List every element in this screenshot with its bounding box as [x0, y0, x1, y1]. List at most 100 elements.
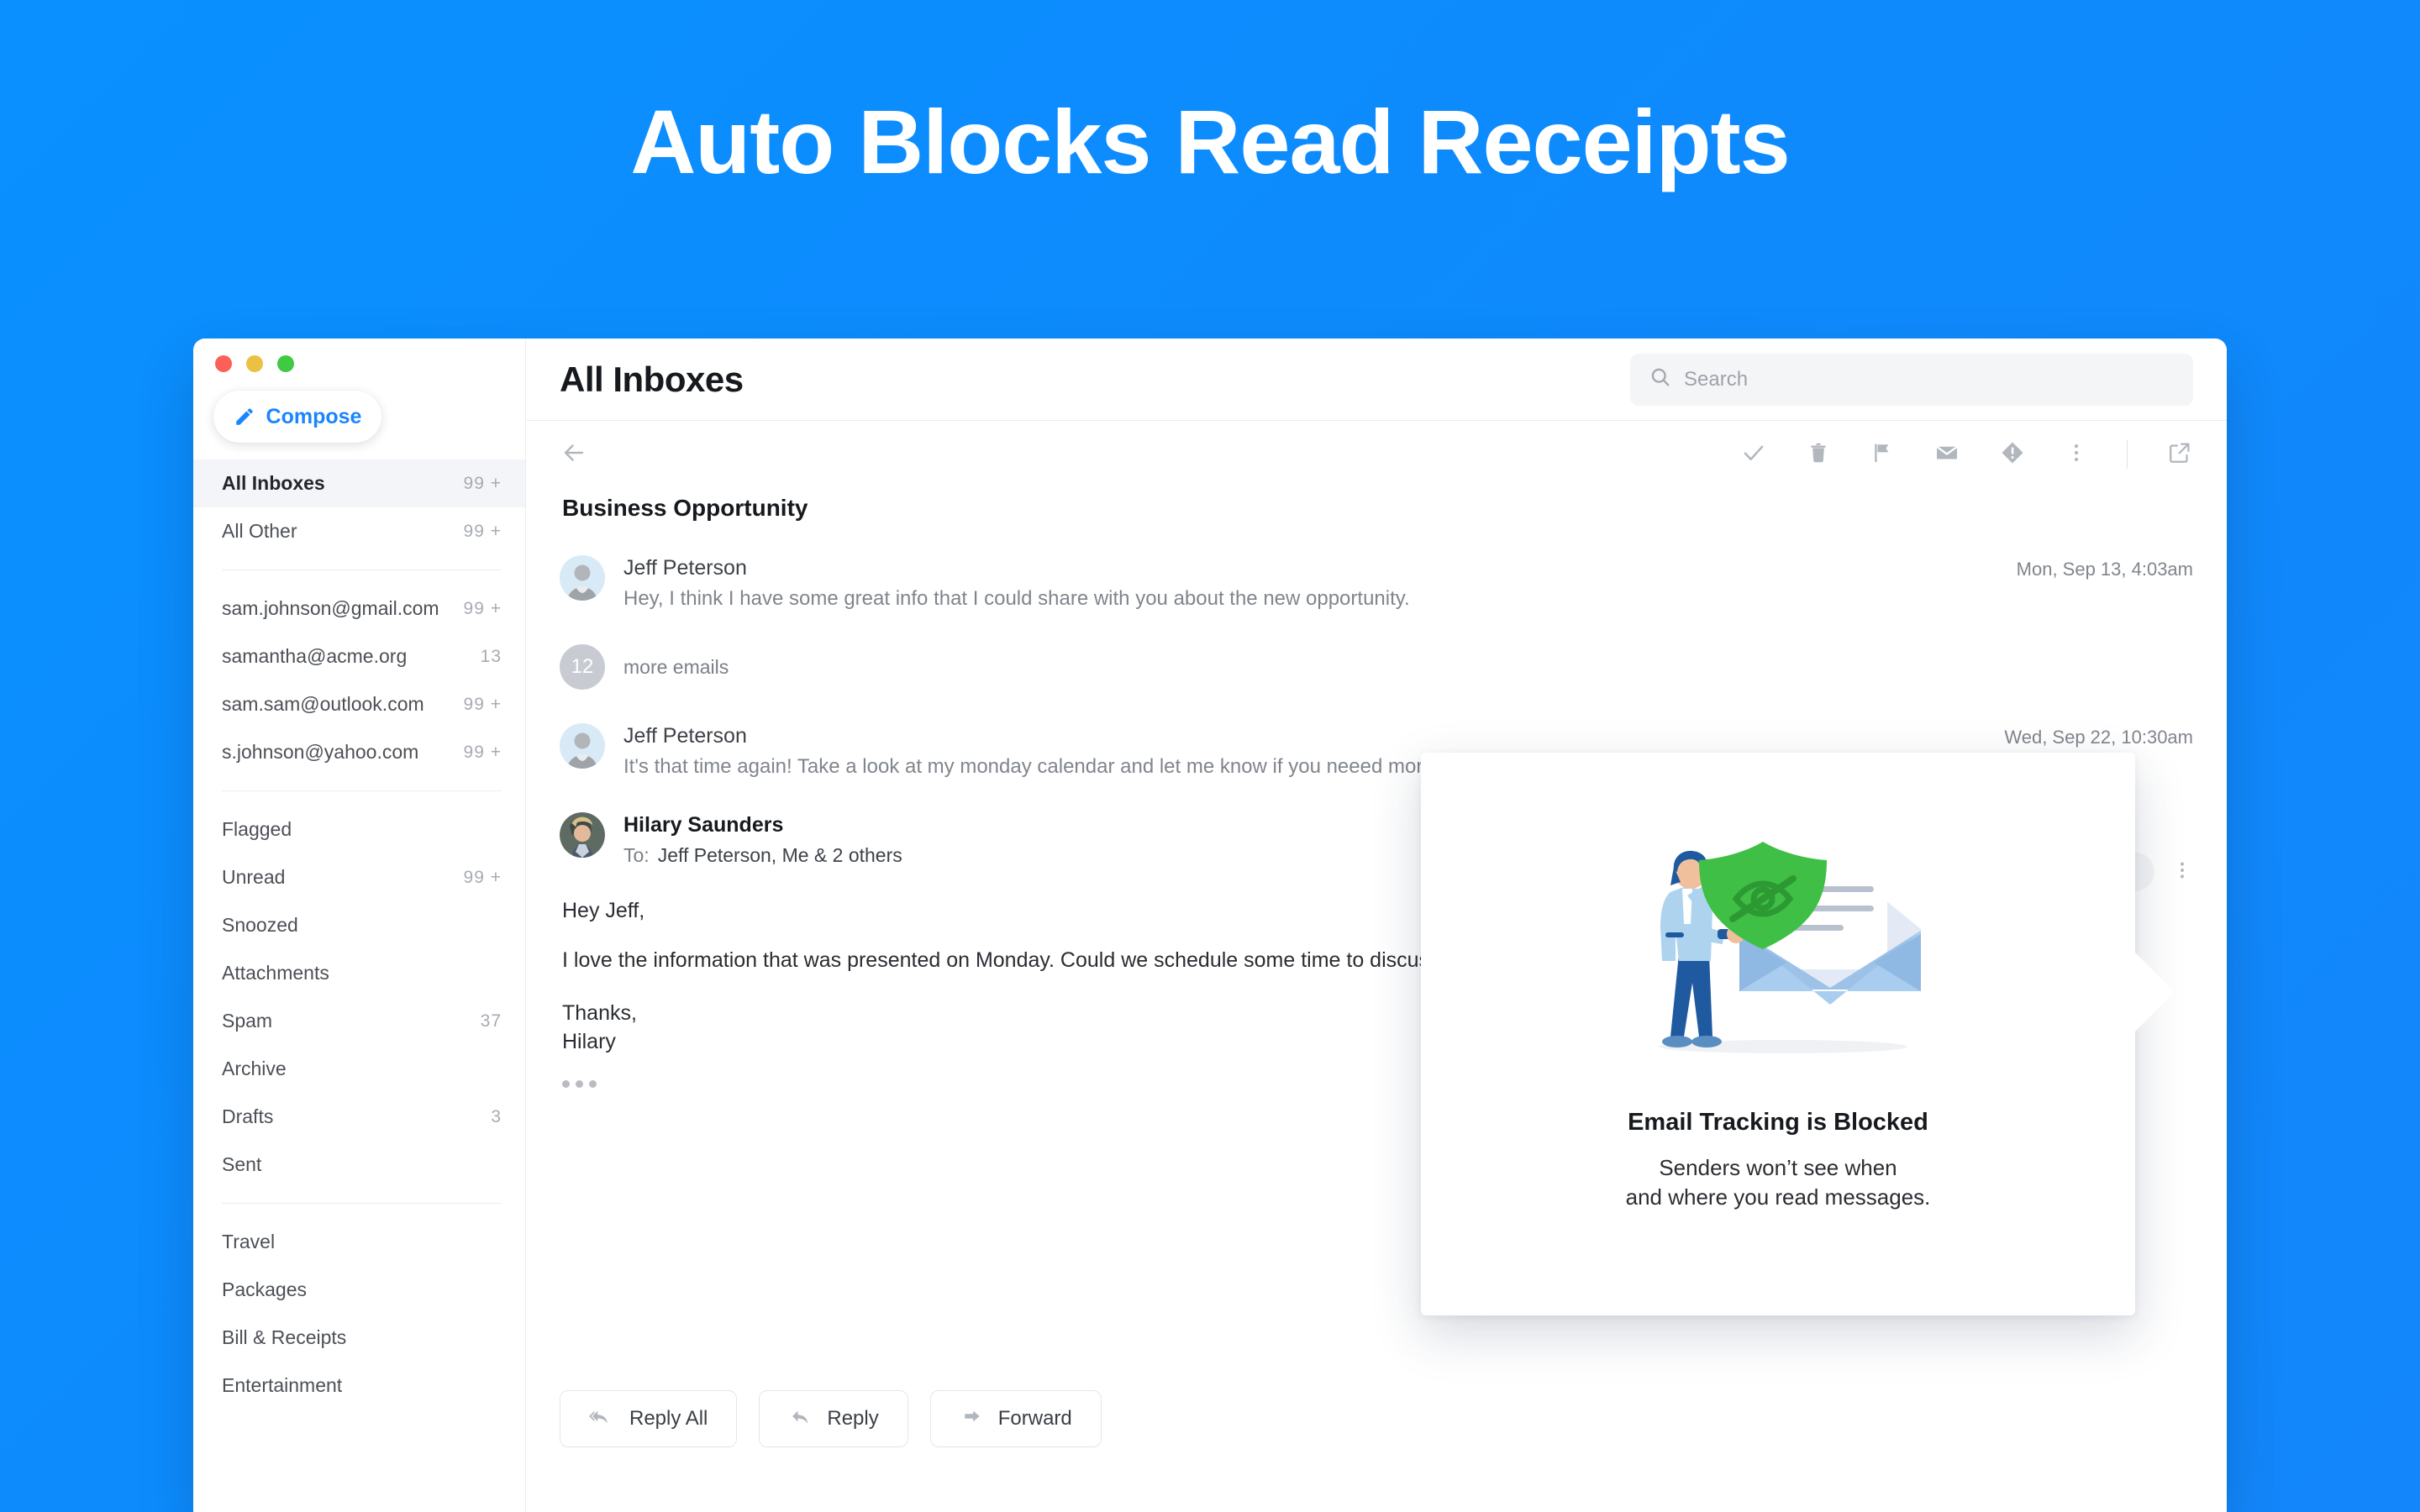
sidebar-item-attachments[interactable]: Attachments [193, 949, 525, 997]
popup-tail [2135, 953, 2175, 1032]
sidebar-item-account-yahoo[interactable]: s.johnson@yahoo.com 99 + [193, 728, 525, 776]
sidebar-item-label: Flagged [222, 818, 292, 840]
minimize-window-button[interactable] [246, 355, 263, 372]
sidebar-item-bill-receipts[interactable]: Bill & Receipts [193, 1314, 525, 1362]
more-emails-count-badge: 12 [560, 644, 605, 690]
sidebar-item-label: Bill & Receipts [222, 1326, 347, 1348]
popup-subtitle-line-1: Senders won’t see when [1659, 1155, 1897, 1180]
trash-icon[interactable] [1806, 440, 1831, 470]
thread-more-emails[interactable]: 12 more emails [560, 644, 2193, 690]
sidebar-item-flagged[interactable]: Flagged [193, 806, 525, 853]
sidebar-item-sent[interactable]: Sent [193, 1141, 525, 1189]
sidebar-item-all-inboxes[interactable]: All Inboxes 99 + [193, 459, 525, 507]
forward-label: Forward [997, 1407, 1072, 1430]
more-vertical-icon[interactable] [2065, 441, 2088, 469]
more-emails-label: more emails [623, 656, 729, 678]
pencil-icon [234, 406, 255, 428]
hero-banner: Auto Blocks Read Receipts [0, 91, 2420, 192]
envelope-icon[interactable] [1933, 439, 1960, 470]
sidebar-item-label: Snoozed [222, 914, 298, 936]
ellipsis-dot [562, 1079, 570, 1088]
message-sender: Jeff Peterson [623, 724, 747, 748]
sidebar-item-drafts[interactable]: Drafts 3 [193, 1093, 525, 1141]
popup-title: Email Tracking is Blocked [1628, 1109, 1928, 1136]
sidebar-item-label: Spam [222, 1010, 273, 1032]
reply-actions-bar: Reply All Reply Forward [526, 1390, 2227, 1447]
spam-icon[interactable] [1999, 439, 2026, 470]
sidebar-item-badge: 99 + [463, 521, 502, 541]
avatar [560, 555, 605, 601]
ellipsis-dot [589, 1079, 597, 1088]
sidebar-item-label: Archive [222, 1058, 287, 1079]
avatar [560, 723, 605, 769]
sidebar-item-account-gmail[interactable]: sam.johnson@gmail.com 99 + [193, 585, 525, 633]
sidebar-item-badge: 99 + [463, 694, 502, 714]
sidebar-item-label: Drafts [222, 1105, 274, 1127]
window-traffic-lights [193, 339, 525, 372]
email-tracking-blocked-popup: Email Tracking is Blocked Senders won’t … [1421, 753, 2175, 1315]
maximize-window-button[interactable] [277, 355, 294, 372]
shield-blocks-email-tracking-illustration [1421, 753, 2135, 1082]
sidebar-item-label: sam.johnson@gmail.com [222, 597, 439, 619]
sidebar-item-label: Entertainment [222, 1374, 343, 1396]
sidebar-nav: All Inboxes 99 + All Other 99 + sam.john… [193, 459, 525, 1410]
compose-label: Compose [266, 404, 362, 428]
sidebar-divider [222, 1203, 502, 1204]
thread-message-collapsed[interactable]: Jeff Peterson Hey, I think I have some g… [560, 555, 2193, 611]
sidebar-item-badge: 99 + [463, 742, 502, 762]
message-preview: Hey, I think I have some great info that… [623, 587, 1410, 610]
to-label: To: [623, 844, 650, 866]
sidebar-item-label: Unread [222, 866, 286, 888]
sidebar-item-label: Travel [222, 1231, 276, 1252]
main-pane: All Inboxes Search Business Opportunity … [526, 339, 2227, 1512]
toolbar-divider [2127, 440, 2128, 469]
main-header: All Inboxes Search [526, 339, 2227, 421]
mark-done-icon[interactable] [1740, 439, 1767, 470]
close-window-button[interactable] [215, 355, 232, 372]
sidebar-item-label: Attachments [222, 962, 329, 984]
sidebar-item-label: All Other [222, 520, 297, 542]
toolbar-actions [1740, 439, 2193, 470]
sidebar-item-packages[interactable]: Packages [193, 1266, 525, 1314]
reply-button[interactable]: Reply [759, 1390, 908, 1447]
sidebar-item-travel[interactable]: Travel [193, 1218, 525, 1266]
message-sender: Jeff Peterson [623, 556, 747, 580]
sidebar-item-badge: 99 + [463, 473, 502, 493]
search-placeholder: Search [1684, 367, 1749, 391]
sidebar-item-account-outlook[interactable]: sam.sam@outlook.com 99 + [193, 680, 525, 728]
sidebar-item-label: samantha@acme.org [222, 645, 408, 667]
open-external-icon[interactable] [2166, 439, 2193, 470]
popup-subtitle: Senders won’t see when and where you rea… [1421, 1153, 2135, 1212]
page-title: All Inboxes [560, 359, 744, 399]
more-vertical-icon[interactable] [2171, 859, 2193, 885]
hero-title: Auto Blocks Read Receipts [630, 91, 1790, 192]
popup-subtitle-line-2: and where you read messages. [1625, 1184, 1931, 1210]
reply-label: Reply [827, 1407, 879, 1430]
sidebar-item-badge: 3 [491, 1106, 502, 1126]
compose-button[interactable]: Compose [213, 391, 381, 443]
sidebar-item-account-acme[interactable]: samantha@acme.org 13 [193, 633, 525, 680]
sidebar-item-label: s.johnson@yahoo.com [222, 741, 419, 763]
sidebar-item-entertainment[interactable]: Entertainment [193, 1362, 525, 1410]
message-date: Mon, Sep 13, 4:03am [2016, 559, 2193, 580]
back-arrow-icon[interactable] [560, 438, 588, 471]
flag-icon[interactable] [1870, 440, 1895, 470]
sidebar-item-label: sam.sam@outlook.com [222, 693, 424, 715]
sidebar-item-snoozed[interactable]: Snoozed [193, 901, 525, 949]
reply-all-label: Reply All [629, 1407, 708, 1430]
reply-icon [788, 1404, 813, 1434]
sidebar-item-badge: 99 + [463, 867, 502, 887]
thread-subject: Business Opportunity [562, 495, 808, 521]
forward-icon [960, 1404, 985, 1434]
reply-all-icon [589, 1404, 616, 1434]
sidebar-item-archive[interactable]: Archive [193, 1045, 525, 1093]
avatar [560, 812, 605, 858]
sidebar-item-spam[interactable]: Spam 37 [193, 997, 525, 1045]
sidebar-item-unread[interactable]: Unread 99 + [193, 853, 525, 901]
ellipsis-dot [576, 1079, 583, 1088]
sidebar-item-all-other[interactable]: All Other 99 + [193, 507, 525, 555]
reply-all-button[interactable]: Reply All [560, 1390, 738, 1447]
message-toolbar [526, 421, 2227, 488]
forward-button[interactable]: Forward [929, 1390, 1102, 1447]
search-input[interactable]: Search [1630, 353, 2193, 406]
